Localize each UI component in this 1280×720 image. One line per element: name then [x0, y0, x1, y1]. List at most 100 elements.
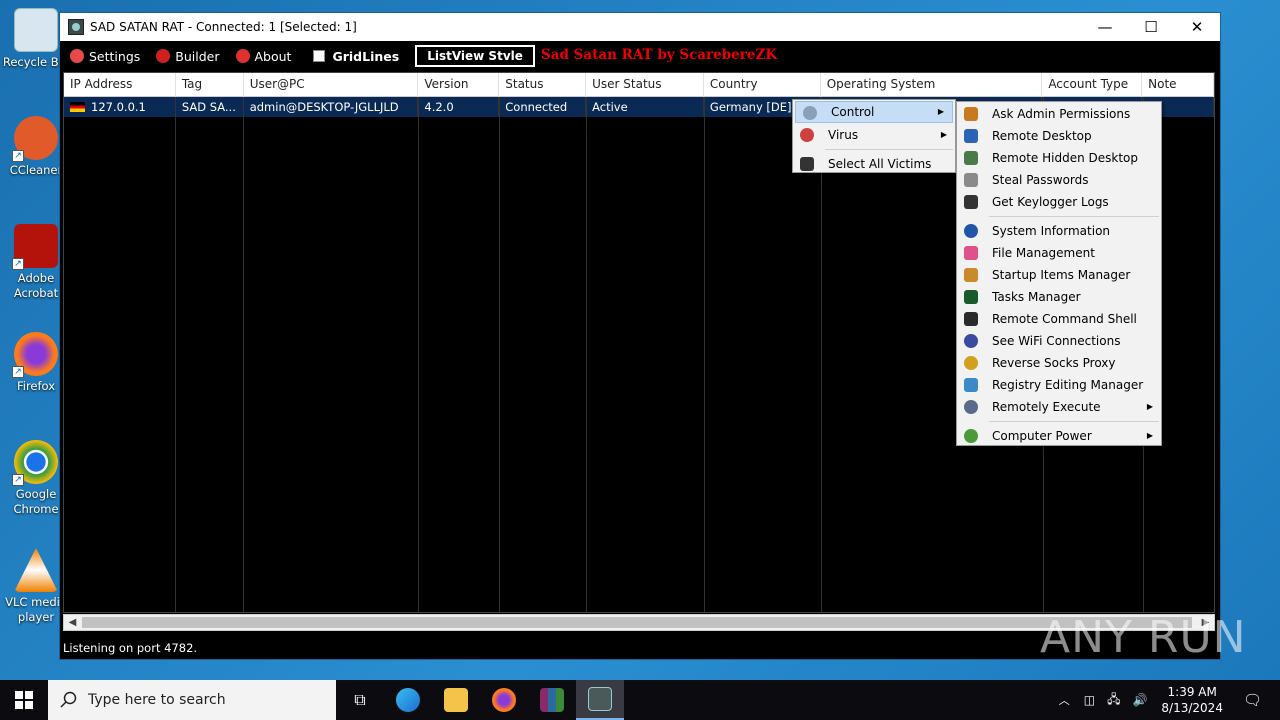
- start-button[interactable]: [0, 680, 48, 720]
- volume-icon[interactable]: 🔊: [1132, 693, 1147, 707]
- gridlines-checkbox[interactable]: [313, 50, 326, 62]
- menu-separator: [825, 149, 953, 150]
- grid-divider: [175, 97, 176, 612]
- window-title: SAD SATAN RAT - Connected: 1 [Selected: …: [90, 20, 357, 34]
- taskbar-winrar[interactable]: [528, 680, 576, 720]
- control-submenu: Ask Admin Permissions Remote Desktop Rem…: [956, 101, 1162, 446]
- cell-version: 4.2.0: [418, 97, 500, 117]
- cell-user: admin@DESKTOP-JGLLJLD: [244, 97, 419, 117]
- app-icon: [68, 19, 84, 35]
- ip-value: 127.0.0.1: [91, 100, 146, 114]
- menu-item-virus[interactable]: Virus ▶: [793, 124, 955, 146]
- menu-bar: Settings Builder About GridLines ListVie…: [60, 41, 1220, 71]
- builder-icon: [156, 49, 171, 63]
- column-header-note[interactable]: Note: [1142, 73, 1214, 97]
- execute-icon: [964, 400, 978, 414]
- clock-date: 8/13/2024: [1161, 701, 1223, 715]
- title-bar[interactable]: SAD SATAN RAT - Connected: 1 [Selected: …: [60, 13, 1220, 41]
- menu-item-hidden-desktop[interactable]: Remote Hidden Desktop: [957, 147, 1161, 169]
- rat-app-icon: [588, 687, 612, 711]
- taskbar-firefox[interactable]: [480, 680, 528, 720]
- menu-item-startup-items[interactable]: Startup Items Manager: [957, 264, 1161, 286]
- menu-item-control[interactable]: Control ▶: [795, 101, 953, 123]
- clock[interactable]: 1:39 AM 8/13/2024: [1161, 684, 1223, 716]
- tasks-icon: [964, 290, 978, 304]
- notifications-icon[interactable]: 🗨: [1243, 691, 1262, 709]
- chrome-icon: ↗: [12, 440, 58, 486]
- menu-item-steal-passwords[interactable]: Steal Passwords: [957, 169, 1161, 191]
- column-header-os[interactable]: Operating System: [821, 73, 1043, 97]
- listview-style-button[interactable]: ListView Stvle: [415, 45, 535, 67]
- monitor-icon: [964, 129, 978, 143]
- search-icon: [60, 691, 77, 708]
- proxy-icon: [964, 356, 978, 370]
- column-header-user[interactable]: User@PC: [244, 73, 419, 97]
- network-icon[interactable]: 🖧: [1107, 690, 1120, 711]
- gear-icon: [803, 106, 817, 120]
- terminal-icon: [964, 312, 978, 326]
- menu-item-label: Reverse Socks Proxy: [992, 356, 1116, 370]
- chevron-up-icon[interactable]: ︿: [1059, 692, 1070, 708]
- menu-separator: [989, 216, 1159, 217]
- menu-item-ask-admin[interactable]: Ask Admin Permissions: [957, 103, 1161, 125]
- menu-item-remote-desktop[interactable]: Remote Desktop: [957, 125, 1161, 147]
- builder-menu[interactable]: Builder: [156, 49, 220, 64]
- settings-label: Settings: [89, 48, 141, 64]
- desktop-icon-label: CCleaner: [9, 163, 63, 177]
- menu-item-label: Control: [831, 105, 875, 119]
- menu-item-label: Remote Command Shell: [992, 312, 1137, 326]
- about-label: About: [254, 48, 292, 64]
- menu-item-keylogger[interactable]: Get Keylogger Logs: [957, 191, 1161, 213]
- taskbar-search-box[interactable]: Type here to search: [48, 680, 336, 720]
- menu-item-label: File Management: [992, 246, 1095, 260]
- column-header-version[interactable]: Version: [418, 73, 500, 97]
- menu-item-system-info[interactable]: System Information: [957, 220, 1161, 242]
- acrobat-icon: ↗: [12, 224, 58, 270]
- gridlines-toggle[interactable]: GridLines: [313, 49, 399, 64]
- scroll-thumb[interactable]: [82, 617, 1192, 628]
- menu-item-computer-power[interactable]: Computer Power ▶: [957, 425, 1161, 447]
- task-view-button[interactable]: ⧉: [336, 680, 384, 720]
- menu-item-socks-proxy[interactable]: Reverse Socks Proxy: [957, 352, 1161, 374]
- minimize-button[interactable]: —: [1082, 13, 1128, 41]
- menu-item-file-management[interactable]: File Management: [957, 242, 1161, 264]
- menu-item-remotely-execute[interactable]: Remotely Execute ▶: [957, 396, 1161, 418]
- menu-item-wifi[interactable]: See WiFi Connections: [957, 330, 1161, 352]
- winrar-icon: [540, 688, 564, 712]
- select-all-icon: [800, 157, 814, 171]
- menu-item-label: Remotely Execute: [992, 400, 1101, 414]
- meet-now-icon[interactable]: ◫: [1084, 693, 1095, 707]
- column-header-country[interactable]: Country: [704, 73, 821, 97]
- firefox-icon: [492, 688, 516, 712]
- menu-item-tasks-manager[interactable]: Tasks Manager: [957, 286, 1161, 308]
- column-header-account-type[interactable]: Account Type: [1042, 73, 1143, 97]
- context-menu: Control ▶ Virus ▶ Select All Victims: [792, 99, 956, 173]
- maximize-button[interactable]: ☐: [1128, 13, 1174, 41]
- about-menu[interactable]: About: [235, 48, 292, 64]
- taskbar-sad-satan-rat[interactable]: [576, 680, 624, 720]
- taskbar-edge[interactable]: [384, 680, 432, 720]
- scroll-left-icon[interactable]: ◀: [64, 615, 81, 630]
- submenu-arrow-icon: ▶: [1146, 431, 1153, 440]
- column-header-status[interactable]: Status: [499, 73, 587, 97]
- desktop-icon-label: VLC media player: [5, 595, 67, 624]
- info-icon: [964, 224, 978, 238]
- grid-divider: [586, 97, 587, 612]
- column-header-tag[interactable]: Tag: [176, 73, 244, 97]
- column-header-user-status[interactable]: User Status: [586, 73, 704, 97]
- menu-item-select-all[interactable]: Select All Victims: [793, 153, 955, 175]
- listview-header: IP Address Tag User@PC Version Status Us…: [64, 73, 1214, 97]
- menu-item-command-shell[interactable]: Remote Command Shell: [957, 308, 1161, 330]
- keyboard-icon: [964, 195, 978, 209]
- germany-flag-icon: [70, 102, 85, 112]
- taskbar-explorer[interactable]: [432, 680, 480, 720]
- settings-menu[interactable]: Settings: [70, 49, 140, 64]
- vlc-icon: [14, 548, 58, 592]
- column-header-ip[interactable]: IP Address: [64, 73, 176, 97]
- menu-item-label: System Information: [992, 224, 1111, 238]
- settings-icon: [70, 49, 84, 63]
- menu-item-label: Registry Editing Manager: [992, 378, 1144, 392]
- menu-item-registry[interactable]: Registry Editing Manager: [957, 374, 1161, 396]
- close-button[interactable]: ✕: [1174, 13, 1220, 41]
- submenu-arrow-icon: ▶: [940, 130, 947, 139]
